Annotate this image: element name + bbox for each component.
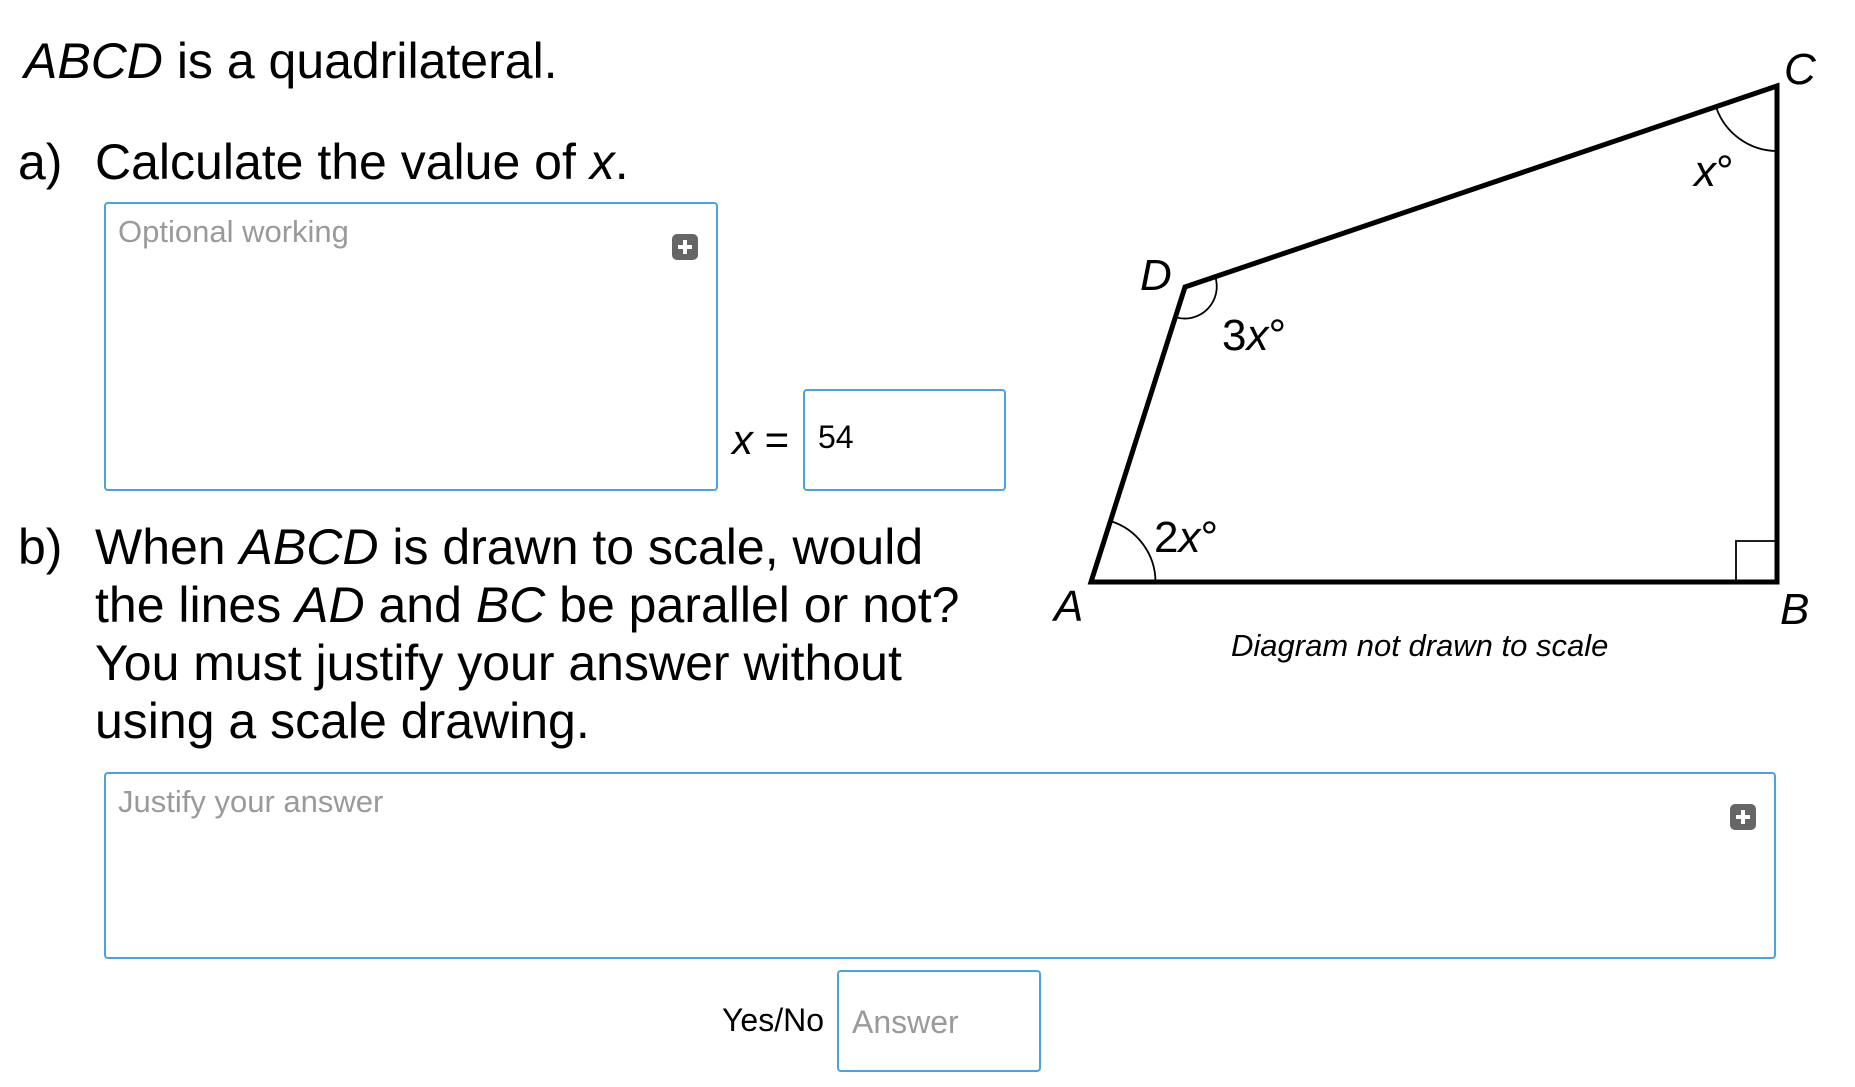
angle-arc-a (1110, 520, 1157, 583)
angle-arc-c (1715, 106, 1778, 152)
angle-d-degree: ° (1268, 311, 1286, 360)
angle-label-d: 3x° (1222, 311, 1286, 360)
quadrilateral-diagram: A B C D 2x° 3x° x° Diagram not drawn to … (1051, 45, 1817, 663)
angle-label-a: 2x° (1154, 513, 1218, 562)
vertex-label-c: C (1784, 45, 1817, 94)
angle-a-coef: 2 (1154, 513, 1178, 562)
quadrilateral-shape (1087, 82, 1780, 585)
angle-a-var: x (1176, 513, 1202, 562)
angle-c-var: x (1692, 147, 1718, 196)
angle-d-var: x (1244, 311, 1270, 360)
angle-label-c: x° (1692, 147, 1734, 196)
angle-d-coef: 3 (1222, 311, 1246, 360)
vertex-label-b: B (1780, 585, 1809, 634)
vertex-label-d: D (1140, 251, 1172, 300)
vertex-label-a: A (1051, 582, 1083, 631)
right-angle-marker-b (1735, 540, 1777, 582)
angle-c-degree: ° (1716, 147, 1734, 196)
diagram-caption: Diagram not drawn to scale (1231, 628, 1608, 663)
angle-a-degree: ° (1200, 513, 1218, 562)
